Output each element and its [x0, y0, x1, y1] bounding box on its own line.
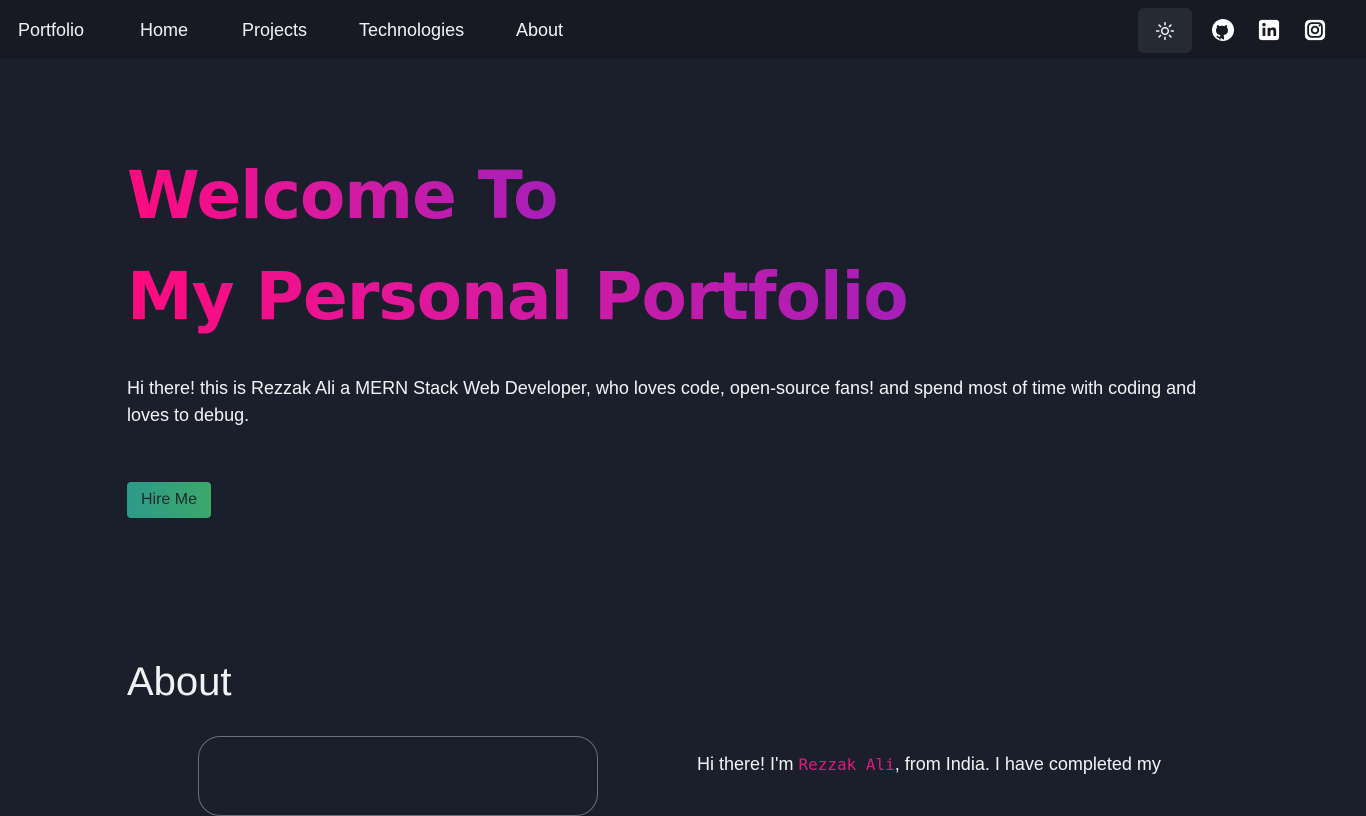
hero-title-line-1: Welcome To — [127, 157, 558, 234]
nav-link-about[interactable]: About — [516, 20, 563, 41]
linkedin-link[interactable] — [1256, 17, 1282, 43]
navbar: Portfolio Home Projects Technologies Abo… — [0, 0, 1366, 59]
about-heading: About — [127, 660, 232, 704]
hero-title-line-2: My Personal Portfolio — [127, 258, 909, 335]
hero-intro-text: Hi there! this is Rezzak Ali a MERN Stac… — [127, 378, 1197, 425]
nav-link-home[interactable]: Home — [140, 20, 188, 41]
github-link[interactable] — [1210, 17, 1236, 43]
nav-link-projects[interactable]: Projects — [242, 20, 307, 41]
theme-toggle-button[interactable] — [1138, 8, 1192, 53]
sun-icon — [1155, 21, 1175, 40]
hire-me-button[interactable]: Hire Me — [127, 482, 211, 518]
about-name: Rezzak Ali — [798, 755, 895, 774]
instagram-icon — [1304, 19, 1326, 41]
github-icon — [1212, 19, 1234, 41]
about-text-after: , from India. I have completed my — [894, 754, 1161, 774]
instagram-link[interactable] — [1302, 17, 1328, 43]
nav-brand[interactable]: Portfolio — [18, 20, 84, 41]
about-text-before: Hi there! I'm — [697, 754, 799, 774]
nav-link-technologies[interactable]: Technologies — [359, 20, 464, 41]
about-text: Hi there! I'm Rezzak Ali, from India. I … — [697, 754, 1217, 775]
linkedin-icon — [1258, 19, 1280, 41]
about-image-card — [198, 736, 598, 816]
